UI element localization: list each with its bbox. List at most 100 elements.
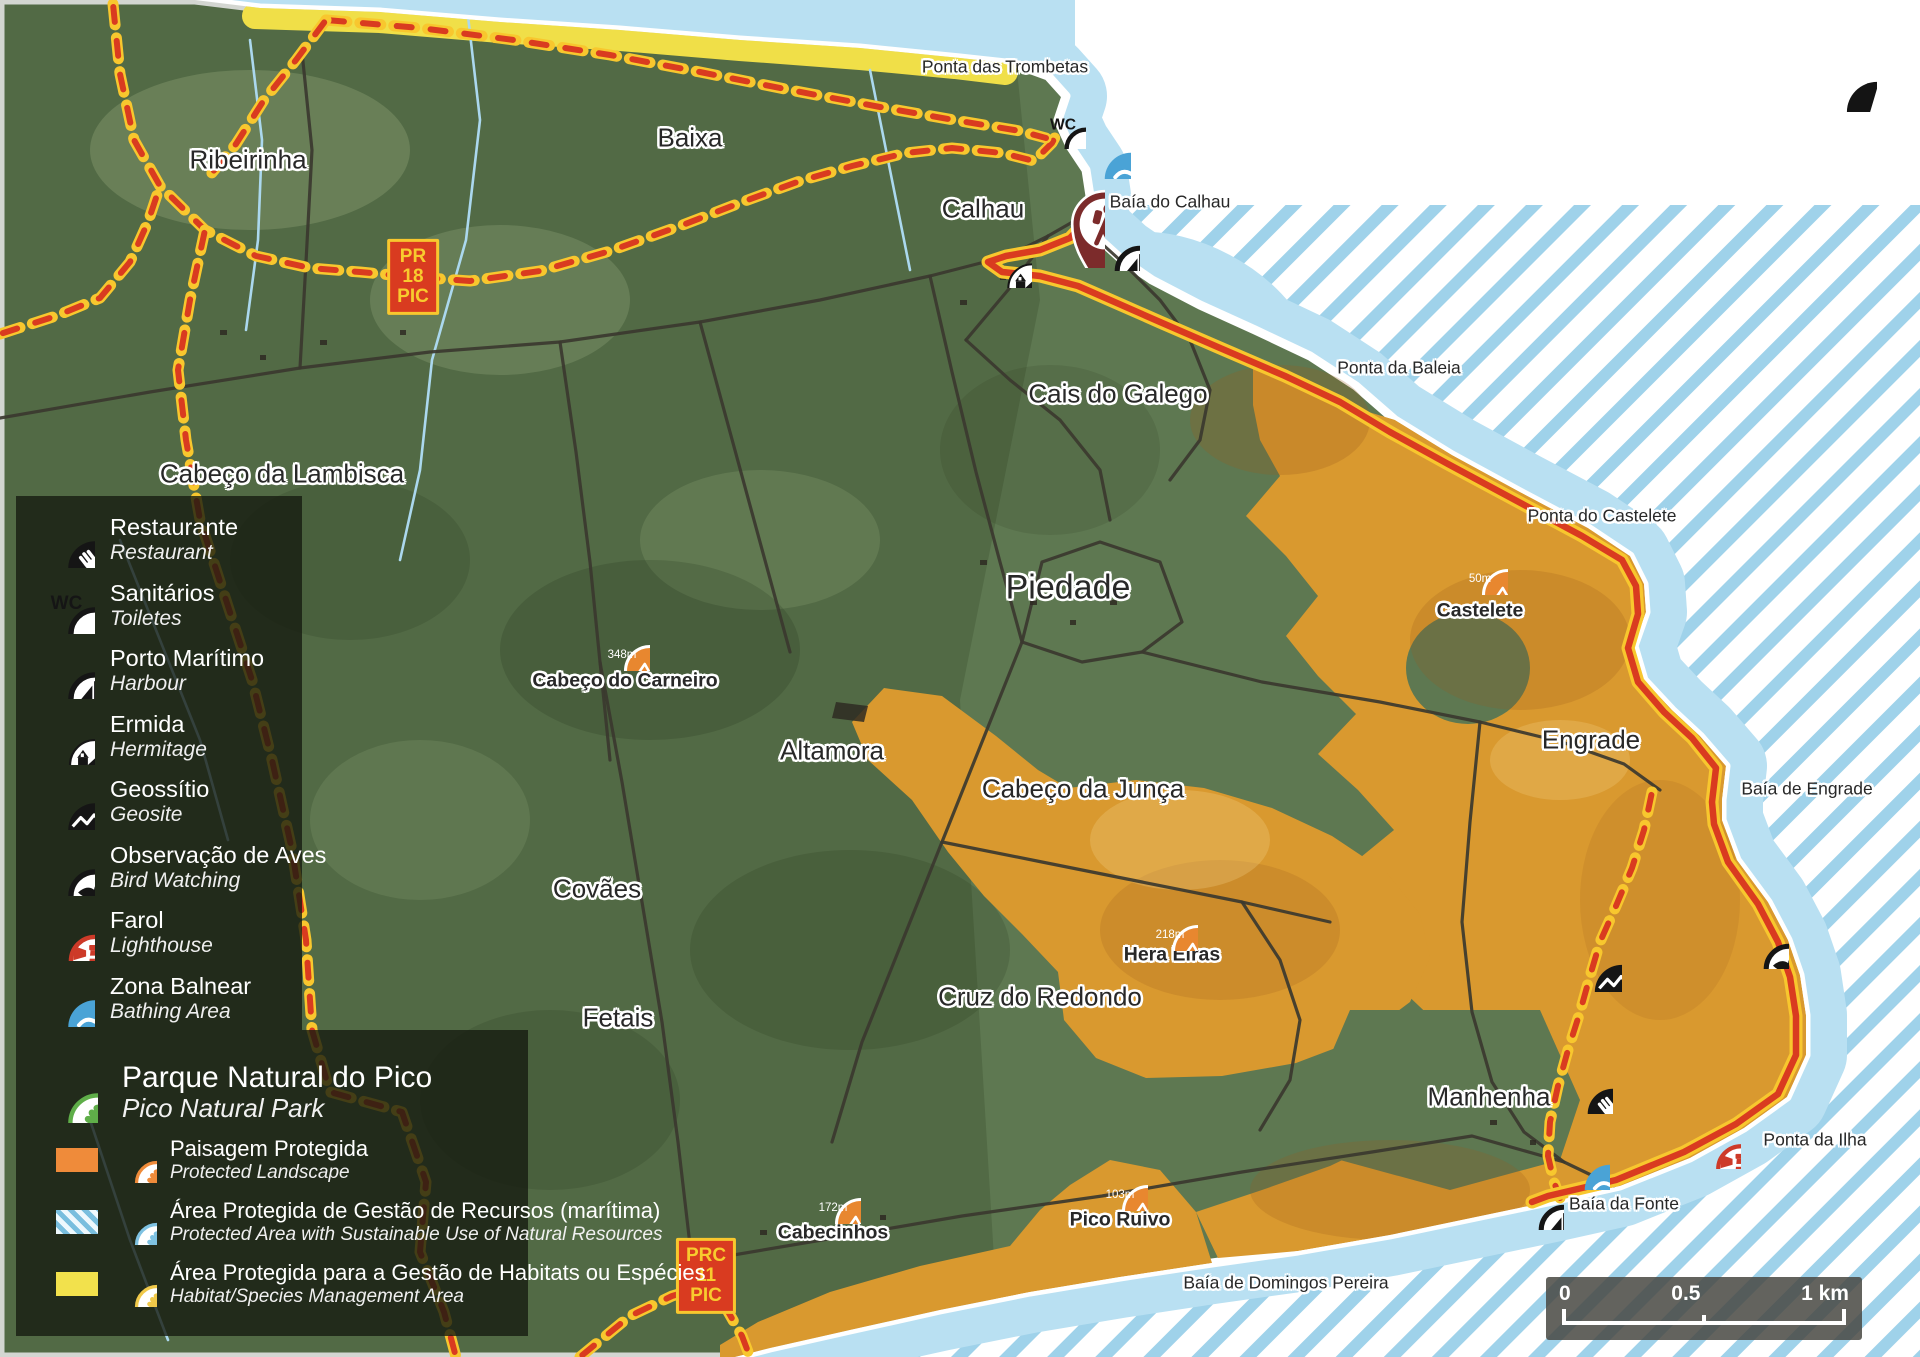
legend-row-bird: Observação de AvesBird Watching <box>38 835 302 901</box>
area-leaf-logo-icon <box>111 1137 157 1183</box>
legend-label-pt: Observação de Aves <box>110 843 326 869</box>
place-label: Ribeirinha <box>189 145 306 176</box>
bird-icon <box>1735 915 1789 969</box>
legend-label-pt: Ermida <box>110 712 207 738</box>
peak-marker: 50m <box>1452 539 1508 595</box>
bathing-icon <box>38 970 95 1027</box>
area-row-maritime-resources: Área Protegida de Gestão de Recursos (ma… <box>36 1192 528 1252</box>
legend-label-pt: Geossítio <box>110 777 209 803</box>
legend-label-en: Hermitage <box>110 738 207 761</box>
area-labels: Área Protegida de Gestão de Recursos (ma… <box>170 1199 663 1245</box>
place-label: Altamora <box>780 736 884 767</box>
legend-label-en: Toiletes <box>110 607 215 630</box>
place-label: Baía da Fonte <box>1569 1194 1679 1215</box>
place-label: Piedade <box>1006 569 1131 608</box>
peak-elevation: 218m <box>1142 929 1198 941</box>
legend-labels: Observação de AvesBird Watching <box>110 843 326 892</box>
bathing-icon <box>1556 1136 1610 1190</box>
area-leaf-logo-icon <box>111 1261 157 1307</box>
place-label: Covães <box>553 874 641 905</box>
area-label-en: Habitat/Species Management Area <box>170 1286 706 1307</box>
legend-row-restaurant: RestauranteRestaurant <box>38 507 302 573</box>
area-swatch-protected-landscape <box>56 1148 98 1172</box>
scale-tick-0: 0 <box>1559 1282 1571 1306</box>
legend-labels: GeossítioGeosite <box>110 777 209 826</box>
legend-label-pt: Farol <box>110 908 213 934</box>
place-label: Cabecinhos <box>778 1222 889 1245</box>
peak-marker: 218m <box>1142 895 1198 951</box>
place-label: Ponta da Ilha <box>1763 1130 1866 1151</box>
peak-marker: 103m <box>1092 1155 1148 1211</box>
legend-row-geosite: GeossítioGeosite <box>38 769 302 835</box>
place-label: Cais do Galego <box>1028 379 1207 410</box>
park-subtitle: Pico Natural Park <box>122 1094 432 1123</box>
legend-label-en: Bathing Area <box>110 1000 251 1023</box>
restaurant-icon <box>1559 1060 1613 1114</box>
place-label: Cabeço da Junça <box>982 774 1184 805</box>
area-label-en: Protected Area with Sustainable Use of N… <box>170 1224 663 1245</box>
legend-label-pt: Zona Balnear <box>110 974 251 1000</box>
peak-marker: 172m <box>805 1168 861 1224</box>
scale-bar: 0 0.5 1 km <box>1546 1277 1862 1340</box>
area-row-habitats-species: Área Protegida para a Gestão de Habitats… <box>36 1254 528 1314</box>
legend-label-pt: Restaurante <box>110 515 238 541</box>
peak-elevation: 50m <box>1452 573 1508 585</box>
legend-labels: ErmidaHermitage <box>110 712 207 761</box>
legend-row-hermitage: ErmidaHermitage <box>38 704 302 770</box>
north-arrow-icon <box>1811 46 1877 112</box>
legend-park-panel: Parque Natural do Pico Pico Natural Park… <box>16 1030 528 1336</box>
area-label-pt: Área Protegida de Gestão de Recursos (ma… <box>170 1199 663 1224</box>
place-label: Fetais <box>583 1003 654 1034</box>
scale-bracket <box>1559 1306 1849 1330</box>
geosite-icon <box>1564 934 1622 992</box>
legend-labels: SanitáriosToiletes <box>110 581 215 630</box>
area-swatch-habitats-species <box>56 1272 98 1296</box>
place-label: Baixa <box>657 123 722 154</box>
pico-natural-park-map: Ponta das Trombetas Ribeirinha Baixa Calhau… <box>0 0 1920 1357</box>
area-leaf-logo-icon <box>111 1199 157 1245</box>
place-label: Ponta das Trombetas <box>922 57 1088 78</box>
place-label: Baía de Domingos Pereira <box>1183 1273 1388 1294</box>
legend-row-wc: WC SanitáriosToiletes <box>38 573 302 639</box>
peak-elevation: 348m <box>594 649 650 661</box>
legend-label-en: Bird Watching <box>110 869 326 892</box>
legend-label-pt: Porto Marítimo <box>110 646 264 672</box>
lighthouse-icon <box>1687 1115 1741 1169</box>
peak-marker: 348m <box>594 615 650 671</box>
park-legend-header: Parque Natural do Pico Pico Natural Park <box>36 1056 528 1128</box>
park-title: Parque Natural do Pico <box>122 1061 432 1095</box>
area-row-protected-landscape: Paisagem ProtegidaProtected Landscape <box>36 1130 528 1190</box>
place-label: Ponta do Castelete <box>1528 506 1677 527</box>
legend-label-en: Harbour <box>110 672 264 695</box>
harbour-icon <box>1510 1176 1564 1230</box>
legend-labels: RestauranteRestaurant <box>110 515 238 564</box>
place-label: Cabeço do Carneiro <box>532 670 717 693</box>
hermitage-icon <box>38 708 95 765</box>
place-label: Castelete <box>1437 600 1524 623</box>
trail-marker-pr-18-pic: PR18PIC <box>387 239 439 315</box>
peak-elevation: 103m <box>1092 1189 1148 1201</box>
legend-row-lighthouse: FarolLighthouse <box>38 900 302 966</box>
place-label: Cabeço da Lambisca <box>160 459 404 490</box>
pin-trailhead-icon <box>1033 152 1105 268</box>
lighthouse-icon <box>38 904 95 961</box>
area-labels: Área Protegida para a Gestão de Habitats… <box>170 1261 706 1307</box>
area-swatch-maritime-resources <box>56 1210 98 1234</box>
place-label: Engrade <box>1542 725 1640 756</box>
legend-labels: Zona BalnearBathing Area <box>110 974 251 1023</box>
legend-poi-panel: RestauranteRestaurant WC SanitáriosToilete… <box>16 496 302 1030</box>
restaurant-icon <box>38 511 95 568</box>
area-label-pt: Paisagem Protegida <box>170 1137 368 1162</box>
legend-label-en: Restaurant <box>110 541 238 564</box>
place-label: Calhau <box>942 194 1024 225</box>
legend-labels: Porto MarítimoHarbour <box>110 646 264 695</box>
legend-label-en: Geosite <box>110 803 209 826</box>
place-label: Manhenha <box>1428 1082 1551 1113</box>
area-label-pt: Área Protegida para a Gestão de Habitats… <box>170 1261 706 1286</box>
wc-icon: WC <box>38 577 95 634</box>
legend-row-bathing: Zona BalnearBathing Area <box>38 966 302 1032</box>
hermitage-icon <box>978 234 1032 288</box>
place-label: Pico Ruivo <box>1070 1209 1171 1232</box>
scale-tick-half: 0.5 <box>1671 1282 1700 1306</box>
area-label-en: Protected Landscape <box>170 1162 368 1183</box>
